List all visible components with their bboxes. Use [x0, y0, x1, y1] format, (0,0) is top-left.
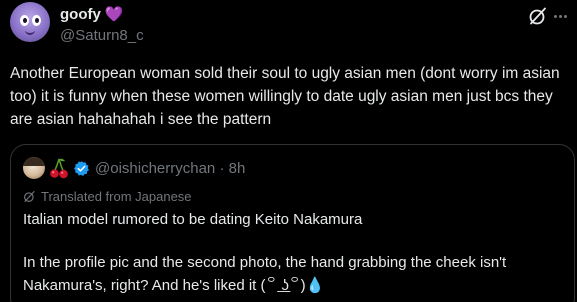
avatar-mouth — [25, 29, 35, 35]
more-icon[interactable] — [550, 8, 570, 24]
verified-badge-icon — [74, 161, 89, 176]
more-dot — [563, 14, 567, 18]
avatar-eye-right — [32, 15, 41, 26]
avatar-eye-left — [20, 15, 29, 26]
avatar[interactable] — [10, 2, 50, 42]
translated-label: Translated from Japanese — [41, 189, 192, 204]
more-dot — [553, 14, 557, 18]
tweet-text: Another European woman sold their soul t… — [10, 65, 560, 128]
purple-heart-icon: 💜 — [104, 6, 124, 23]
display-name[interactable]: goofy — [60, 6, 101, 23]
translated-label-row: Translated from Japanese — [23, 189, 192, 204]
quoted-avatar[interactable] — [23, 157, 45, 179]
grok-icon[interactable] — [528, 6, 548, 26]
author-name-row: goofy 💜 — [60, 6, 124, 23]
quoted-text-line2: In the profile pic and the second photo,… — [23, 254, 507, 294]
translate-icon — [24, 191, 35, 202]
quoted-handle-time[interactable]: @oishicherrychan · 8h — [95, 160, 245, 177]
more-dot — [558, 14, 562, 18]
quoted-tweet[interactable]: @oishicherrychan · 8h Translated from Ja… — [10, 144, 575, 302]
quoted-text-line1: Italian model rumored to be dating Keito… — [23, 211, 363, 228]
cherry-icon — [50, 158, 68, 179]
tweet: goofy 💜 @Saturn8_c Another European woma… — [0, 0, 577, 302]
author-handle[interactable]: @Saturn8_c — [60, 27, 144, 44]
